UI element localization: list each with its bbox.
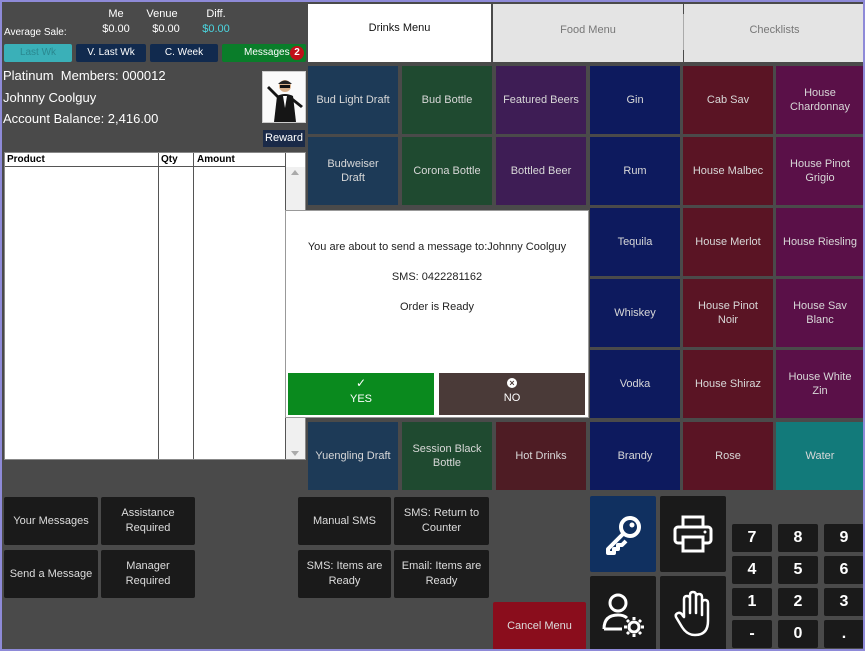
menu-item-button[interactable]: Rose <box>683 422 773 490</box>
column-header-qty: Qty <box>161 154 178 165</box>
menu-item-button[interactable]: House Malbec <box>683 137 773 205</box>
menu-item-button[interactable]: Yuengling Draft <box>308 422 398 490</box>
keypad-key[interactable]: 4 <box>732 556 772 584</box>
menu-item-button[interactable]: Rum <box>590 137 680 205</box>
printer-icon <box>673 515 713 553</box>
order-table: Product Qty Amount <box>4 152 306 460</box>
menu-item-button[interactable]: House Merlot <box>683 208 773 276</box>
keypad-key[interactable]: 3 <box>824 588 863 616</box>
pos-window: Average Sale: Me $0.00 Venue $0.00 Diff.… <box>0 0 865 651</box>
menu-item-button[interactable]: House Chardonnay <box>776 66 863 134</box>
table-header-divider <box>5 166 285 167</box>
reward-button[interactable]: Reward <box>263 130 305 147</box>
tab-checklists[interactable]: Checklists <box>684 4 863 62</box>
manager-required-button[interactable]: Manager Required <box>101 550 195 598</box>
dialog-message-text: Order is Ready <box>400 301 474 313</box>
keypad-key[interactable]: 0 <box>778 620 818 648</box>
close-circle-icon: × <box>507 378 517 388</box>
sms-return-to-counter-button[interactable]: SMS: Return to Counter <box>394 497 489 545</box>
key-button[interactable] <box>590 496 656 572</box>
hand-icon <box>674 590 710 637</box>
menu-item-button[interactable]: Whiskey <box>590 279 680 347</box>
venue-label: Venue <box>146 8 178 20</box>
hand-stop-button[interactable] <box>660 576 726 649</box>
scroll-down-icon[interactable] <box>291 451 299 456</box>
average-sale-label: Average Sale: <box>4 27 67 38</box>
keypad-key[interactable]: 6 <box>824 556 863 584</box>
no-button[interactable]: × NO <box>439 373 585 415</box>
menu-item-button[interactable]: Vodka <box>590 350 680 418</box>
dialog-recipient-text: You are about to send a message to:Johnn… <box>307 241 567 253</box>
yes-label: YES <box>349 393 372 405</box>
keypad-key[interactable]: - <box>732 620 772 648</box>
account-balance: Account Balance: 2,416.00 <box>3 111 159 126</box>
manual-sms-button[interactable]: Manual SMS <box>298 497 391 545</box>
cancel-menu-button[interactable]: Cancel Menu <box>493 602 586 649</box>
key-icon <box>606 516 641 555</box>
menu-item-button[interactable]: Gin <box>590 66 680 134</box>
dialog-sms-number: SMS: 0422281162 <box>391 271 483 283</box>
venue-last-week-pill[interactable]: V. Last Wk <box>76 44 146 62</box>
menu-item-button[interactable]: Brandy <box>590 422 680 490</box>
print-button[interactable] <box>660 496 726 572</box>
keypad-key[interactable]: 2 <box>778 588 818 616</box>
column-divider <box>158 153 159 459</box>
last-week-pill[interactable]: Last Wk <box>4 44 72 62</box>
menu-item-button[interactable]: Bud Light Draft <box>308 66 398 134</box>
member-name: Johnny Coolguy <box>3 90 97 105</box>
keypad-key[interactable]: . <box>824 620 863 648</box>
current-week-pill[interactable]: C. Week <box>150 44 218 62</box>
keypad-key[interactable]: 8 <box>778 524 818 552</box>
keypad-key[interactable]: 7 <box>732 524 772 552</box>
messages-pill[interactable]: Messages 2 <box>222 44 306 62</box>
keypad-key[interactable]: 5 <box>778 556 818 584</box>
menu-item-button[interactable]: House Shiraz <box>683 350 773 418</box>
menu-item-button[interactable]: Featured Beers <box>496 66 586 134</box>
assistance-required-button[interactable]: Assistance Required <box>101 497 195 545</box>
user-settings-icon <box>602 593 644 637</box>
menu-item-button[interactable]: Budweiser Draft <box>308 137 398 205</box>
check-icon: ✓ <box>355 376 367 390</box>
menu-item-button[interactable]: House Pinot Noir <box>683 279 773 347</box>
menu-item-button[interactable]: Bottled Beer <box>496 137 586 205</box>
menu-item-button[interactable]: House Sav Blanc <box>776 279 863 347</box>
member-avatar <box>262 71 306 123</box>
email-items-ready-button[interactable]: Email: Items are Ready <box>394 550 489 598</box>
menu-item-button[interactable]: Cab Sav <box>683 66 773 134</box>
menu-item-button[interactable]: House Riesling <box>776 208 863 276</box>
column-divider <box>193 153 194 459</box>
messages-count-badge: 2 <box>290 46 304 60</box>
menu-item-button[interactable]: Hot Drinks <box>496 422 586 490</box>
yes-button[interactable]: ✓ YES <box>288 373 434 415</box>
menu-item-button[interactable]: House White Zin <box>776 350 863 418</box>
menu-item-button[interactable]: Tequila <box>590 208 680 276</box>
diff-label: Diff. <box>206 8 226 20</box>
send-message-button[interactable]: Send a Message <box>4 550 98 598</box>
menu-item-button[interactable]: Corona Bottle <box>402 137 492 205</box>
send-message-dialog: You are about to send a message to:Johnn… <box>285 210 589 418</box>
no-label: NO <box>503 392 521 404</box>
scroll-up-icon[interactable] <box>291 170 299 175</box>
tab-food-menu[interactable]: Food Menu <box>493 4 683 62</box>
diff-value: $0.00 <box>202 23 230 35</box>
menu-item-button[interactable]: House Pinot Grigio <box>776 137 863 205</box>
sms-items-ready-button[interactable]: SMS: Items are Ready <box>298 550 391 598</box>
user-settings-button[interactable] <box>590 576 656 649</box>
member-tier: Platinum Members: 000012 <box>3 68 166 83</box>
keypad-key[interactable]: 9 <box>824 524 863 552</box>
menu-item-button[interactable]: Session Black Bottle <box>402 422 492 490</box>
tab-drinks-menu[interactable]: Drinks Menu <box>308 4 491 62</box>
column-header-amount: Amount <box>197 154 235 165</box>
column-header-product: Product <box>7 154 45 165</box>
keypad-key[interactable]: 1 <box>732 588 772 616</box>
menu-item-button[interactable]: Bud Bottle <box>402 66 492 134</box>
your-messages-button[interactable]: Your Messages <box>4 497 98 545</box>
messages-label: Messages <box>244 47 290 58</box>
menu-item-button[interactable]: Water <box>776 422 863 490</box>
